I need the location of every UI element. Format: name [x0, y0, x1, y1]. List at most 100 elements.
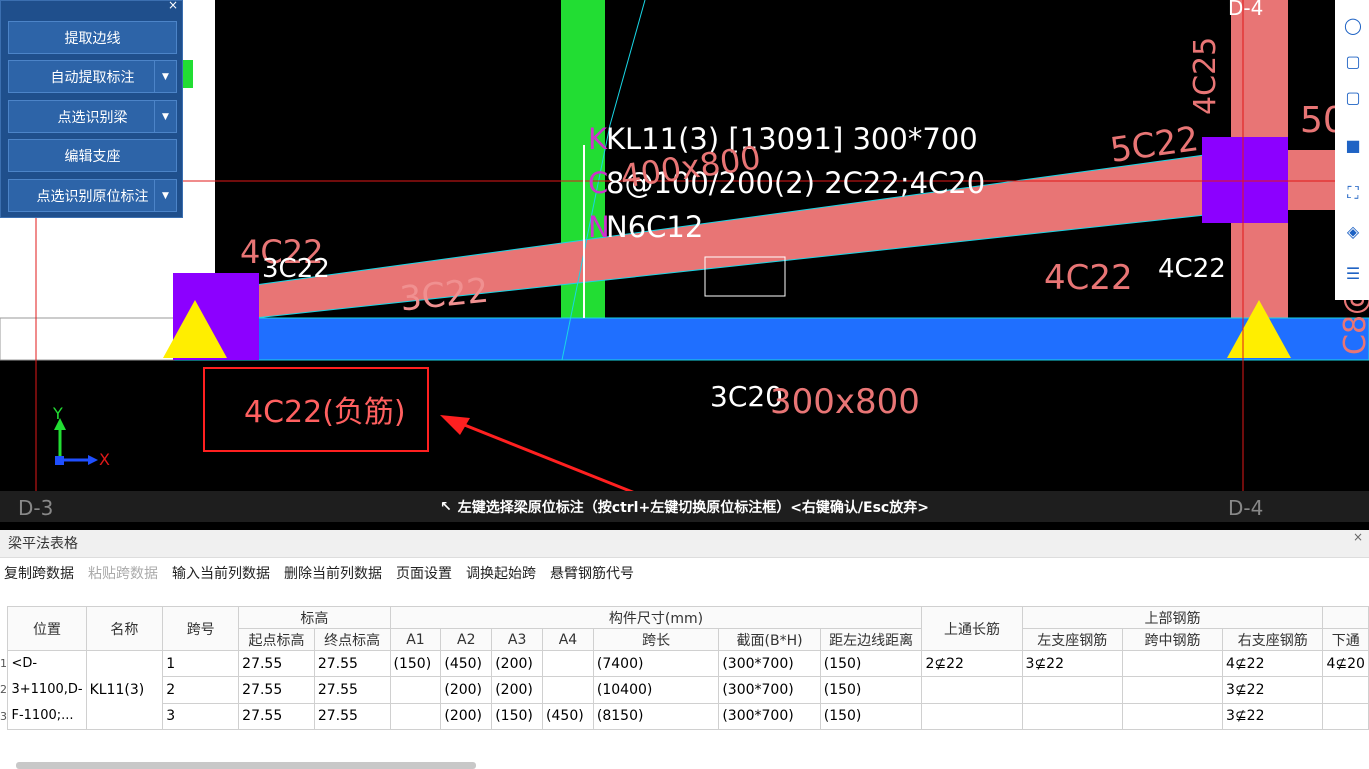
cell-a2[interactable]: (450) [440, 649, 493, 678]
cell-a3[interactable]: (200) [491, 649, 544, 678]
cell-span[interactable]: 2 [162, 676, 240, 704]
cell-span[interactable]: 1 [162, 649, 240, 678]
panel-close-button[interactable]: × [1353, 530, 1363, 544]
cell-length[interactable]: (10400) [592, 676, 720, 704]
status-text: 左键选择梁原位标注（按ctrl+左键切换原位标注框）<右键确认/Esc放弃> [457, 499, 929, 516]
cell-a4[interactable] [542, 676, 594, 704]
box-view-icon[interactable]: ◈ [1342, 220, 1364, 242]
fullscreen-icon[interactable]: ⛶ [1342, 182, 1364, 204]
pick-identify-inplace-button[interactable]: 点选识别原位标注 ▼ [8, 179, 177, 212]
cell-a1[interactable]: (150) [389, 649, 442, 678]
label-3c22-white: 3C22 [262, 254, 330, 284]
cell-a4[interactable] [542, 649, 594, 678]
cell-end[interactable]: 27.55 [313, 649, 391, 678]
cell-right[interactable]: 4⊈22 [1222, 649, 1324, 678]
cell-through[interactable] [921, 676, 1023, 704]
cell-through[interactable]: 2⊈22 [921, 649, 1023, 678]
cell-right[interactable]: 3⊈22 [1222, 702, 1324, 731]
cell-mid[interactable] [1121, 649, 1224, 678]
cell-end[interactable]: 27.55 [313, 702, 391, 731]
pick-identify-beam-button[interactable]: 点选识别梁 ▼ [8, 100, 177, 133]
table-row[interactable]: 1 <D-3+1100,D-F-1100;... KL11(3) 1 27.55… [0, 649, 1369, 730]
auto-extract-annotation-button[interactable]: 自动提取标注 ▼ [8, 60, 177, 93]
cell-start[interactable]: 27.55 [238, 702, 315, 731]
cell-right[interactable]: 3⊈22 [1222, 676, 1324, 704]
col-right-support: 右支座钢筋 [1222, 628, 1324, 651]
table-row[interactable]: 3 3 27.55 27.55 (200) (150) (450) (8150)… [0, 702, 1369, 731]
cell-distance[interactable]: (150) [819, 702, 923, 731]
view-toolbar: ◯ ▢ ▢ ■ ⛶ ◈ ☰ [1335, 0, 1369, 300]
cell-start[interactable]: 27.55 [238, 676, 315, 704]
wall-vertical [183, 0, 215, 318]
cell-a3[interactable]: (200) [491, 676, 544, 704]
cell-distance[interactable]: (150) [819, 649, 923, 678]
cell-a1[interactable] [389, 676, 442, 704]
page-setup-button[interactable]: 页面设置 [396, 563, 452, 583]
toolpanel-close-button[interactable]: × [168, 0, 178, 12]
cube-3d-icon[interactable]: ▢ [1342, 50, 1364, 72]
row-number: 1 [0, 657, 7, 671]
cell-end[interactable]: 27.55 [313, 676, 391, 704]
annotation-arrow-head [440, 415, 470, 435]
table-row[interactable]: 2 2 27.55 27.55 (200) (200) (10400) (300… [0, 676, 1369, 704]
origin-marker [55, 456, 64, 465]
cell-section[interactable]: (300*700) [718, 702, 821, 731]
horizontal-scrollbar[interactable] [16, 762, 476, 769]
dropdown-arrow-icon[interactable]: ▼ [154, 61, 176, 92]
cube-icon[interactable]: ▢ [1342, 86, 1364, 108]
sphere-icon[interactable]: ◯ [1342, 14, 1364, 36]
cell-bottom[interactable] [1322, 676, 1369, 704]
cell-left[interactable] [1021, 702, 1123, 731]
column-right [1202, 137, 1288, 223]
cell-a2[interactable]: (200) [440, 702, 493, 731]
col-name: 名称 [85, 606, 164, 651]
col-a1: A1 [389, 628, 442, 651]
cell-a2[interactable]: (200) [440, 676, 493, 704]
cell-left[interactable]: 3⊈22 [1021, 649, 1123, 678]
cell-left[interactable] [1021, 676, 1123, 704]
label-4c25-top: 4C25 [1188, 36, 1223, 115]
select-cursor-icon: ↖ [440, 498, 452, 515]
paste-span-button[interactable]: 粘贴跨数据 [88, 563, 158, 583]
cell-section[interactable]: (300*700) [718, 649, 821, 678]
auto-extract-label: 自动提取标注 [50, 69, 135, 86]
cell-through[interactable] [921, 702, 1023, 731]
axis-label-bottom-d4: D-4 [1228, 496, 1264, 520]
cell-position[interactable]: <D-3+1100,D-F-1100;... [7, 650, 87, 730]
cell-distance[interactable]: (150) [819, 676, 923, 704]
delete-column-button[interactable]: 删除当前列数据 [284, 563, 382, 583]
cad-canvas[interactable]: D-4 4C25 50 5C22 K KL11(3) [13091] 300*7… [0, 0, 1369, 522]
cell-mid[interactable] [1121, 676, 1224, 704]
col-elevation: 标高 [238, 606, 391, 629]
col-a4: A4 [542, 628, 594, 651]
cell-bottom[interactable]: 4⊈20 [1322, 649, 1369, 678]
col-section: 截面(B*H) [718, 628, 821, 651]
cantilever-code-button[interactable]: 悬臂钢筋代号 [550, 563, 634, 583]
col-span: 跨号 [162, 606, 240, 651]
cell-mid[interactable] [1121, 702, 1224, 731]
col-top-through: 上通长筋 [921, 606, 1023, 651]
layer-icon[interactable]: ☰ [1342, 262, 1364, 284]
cell-length[interactable]: (8150) [592, 702, 720, 731]
copy-span-button[interactable]: 复制跨数据 [4, 563, 74, 583]
extract-edge-button[interactable]: 提取边线 [8, 21, 177, 54]
cell-a4[interactable]: (450) [542, 702, 594, 731]
cell-length[interactable]: (7400) [592, 649, 720, 678]
swap-start-span-button[interactable]: 调换起始跨 [466, 563, 536, 583]
cell-name[interactable]: KL11(3) [85, 650, 164, 730]
cell-span[interactable]: 3 [162, 702, 240, 731]
cell-bottom[interactable] [1322, 702, 1369, 731]
edit-support-button[interactable]: 编辑支座 [8, 139, 177, 172]
beam-prefix-k: K [588, 122, 608, 156]
cell-a1[interactable] [389, 702, 442, 731]
cell-a3[interactable]: (150) [491, 702, 544, 731]
cell-start[interactable]: 27.55 [238, 649, 315, 678]
col-top-rebar: 上部钢筋 [1021, 606, 1324, 629]
dropdown-arrow-icon[interactable]: ▼ [154, 180, 176, 211]
cell-section[interactable]: (300*700) [718, 676, 821, 704]
label-4c22-right-white: 4C22 [1158, 254, 1226, 284]
input-column-button[interactable]: 输入当前列数据 [172, 563, 270, 583]
col-dimensions: 构件尺寸(mm) [389, 606, 923, 629]
dropdown-arrow-icon[interactable]: ▼ [154, 101, 176, 132]
cube-filled-icon[interactable]: ■ [1342, 134, 1364, 156]
